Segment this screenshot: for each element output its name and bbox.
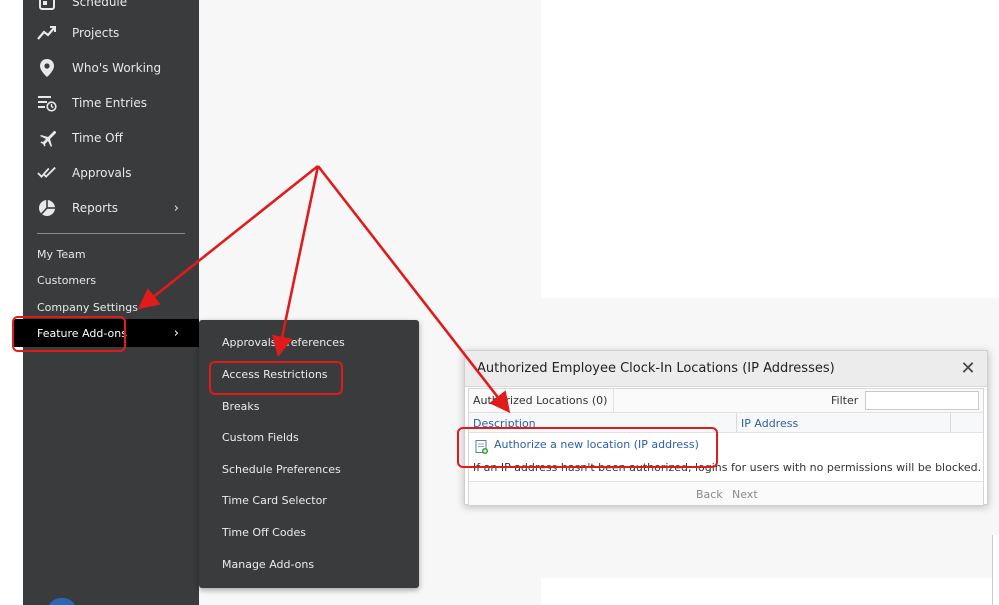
arrow-to-authorize-link — [316, 165, 511, 414]
annotation-arrows — [137, 164, 511, 414]
screenshot: Schedule Projects Who's Working Time Ent… — [0, 0, 999, 605]
arrow-to-feature-add-ons — [137, 164, 319, 310]
